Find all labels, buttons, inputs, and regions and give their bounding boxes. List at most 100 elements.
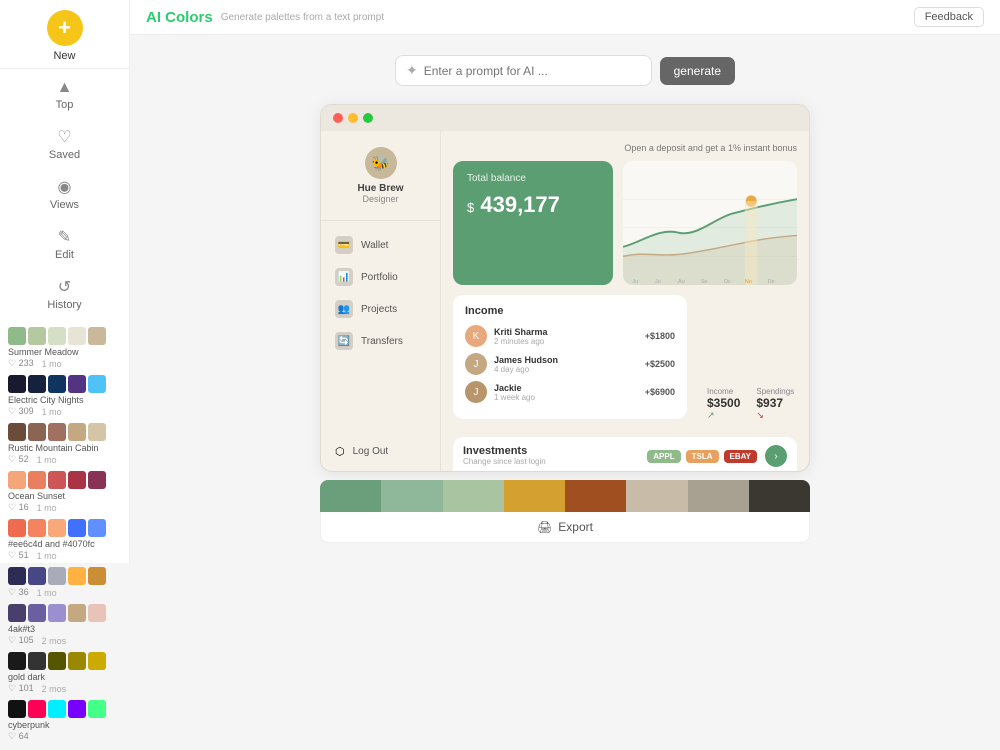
top-label: Top [56,99,74,111]
edit-label: Edit [55,249,74,261]
sidebar-item-saved[interactable]: ♡ Saved [47,117,81,167]
color-swatch [88,604,106,622]
list-item[interactable]: #ee6c4d and #4070fc ♡ 51 1 mo [0,515,129,563]
color-swatch [8,567,26,585]
color-swatch [28,652,46,670]
content-area: ✦ generate 🐝 Hue Brew Designer [130,35,1000,563]
export-color-swatch [443,480,504,512]
prompt-bar: ✦ generate [395,55,735,86]
color-swatch [88,567,106,585]
view-all-button[interactable]: › [765,445,787,467]
palette-likes: ♡ 64 [8,731,29,742]
list-item[interactable]: Rustic Mountain Cabin ♡ 52 1 mo [0,419,129,467]
color-swatch [88,652,106,670]
edit-icon: ✎ [58,227,71,247]
sidebar-item-views[interactable]: ◉ Views [47,167,81,217]
income-item: K Kriti Sharma 2 minutes ago +$1800 [465,325,675,347]
mockup-nav-transfers[interactable]: 🔄 Transfers [321,325,440,357]
palette-likes: ♡ 233 [8,358,34,369]
close-dot [333,113,343,123]
mockup-nav-wallet[interactable]: 💳 Wallet [321,229,440,261]
income-stat-label: Income [707,387,740,396]
palette-likes: ♡ 101 [8,683,34,694]
palette-meta: ♡ 52 1 mo [8,454,121,465]
profile-name: Hue Brew [357,183,403,194]
palette-meta: ♡ 16 1 mo [8,502,121,513]
color-swatch [8,604,26,622]
logout-button[interactable]: ⬡ Log Out [321,438,440,465]
svg-text:Se: Se [701,279,708,285]
list-item[interactable]: 4ak#t3 ♡ 105 2 mos [0,600,129,648]
color-swatch [68,375,86,393]
income-name: James Hudson [494,355,558,365]
color-swatch [68,471,86,489]
palette-meta: ♡ 105 2 mos [8,635,121,646]
color-swatch [48,423,66,441]
stock-chips: APPLTSLAEBAY [647,450,757,463]
stock-chip-tsla: TSLA [686,450,719,463]
palette-swatches [8,327,121,345]
list-item[interactable]: Summer Meadow ♡ 233 1 mo [0,323,129,371]
nav-label: Projects [361,304,397,315]
dashboard-top: Total balance $ 439,177 [453,161,797,285]
palette-likes: ♡ 51 [8,550,29,561]
color-swatch [48,471,66,489]
color-swatch [88,471,106,489]
svg-text:Au: Au [678,279,685,285]
mockup-titlebar [321,105,809,131]
palette-swatches [8,423,121,441]
palette-time: 1 mo [42,359,62,369]
mockup-nav-projects[interactable]: 👥 Projects [321,293,440,325]
sidebar-item-edit[interactable]: ✎ Edit [47,217,81,267]
color-swatch [88,519,106,537]
color-swatch [28,700,46,718]
income-stat-value: $3500 [707,396,740,410]
palette-swatches [8,375,121,393]
palette-swatches [8,519,121,537]
palette-swatches [8,604,121,622]
color-swatch [28,567,46,585]
app-subtitle: Generate palettes from a text prompt [221,12,384,23]
balance-label: Total balance [467,173,599,184]
list-item[interactable]: Ocean Sunset ♡ 16 1 mo [0,467,129,515]
color-swatch [8,327,26,345]
palette-name: #ee6c4d and #4070fc [8,539,121,549]
nav-icon: 💳 [335,236,353,254]
palette-time: 1 mo [37,551,57,561]
spendings-stat: Spendings $937 ↘ [756,387,794,421]
investments-section: Investments Change since last login APPL… [453,437,797,472]
color-swatch [28,471,46,489]
list-item[interactable]: Electric City Nights ♡ 309 1 mo [0,371,129,419]
income-items: K Kriti Sharma 2 minutes ago +$1800 J Ja… [465,325,675,403]
svg-text:De: De [768,279,775,285]
color-swatch [88,327,106,345]
export-swatches [320,480,810,512]
list-item[interactable]: gold dark ♡ 101 2 mos [0,648,129,696]
income-avatar: J [465,353,487,375]
sidebar-item-history[interactable]: ↺ History [47,267,81,317]
palette-meta: ♡ 36 1 mo [8,587,121,598]
generate-button[interactable]: generate [660,57,735,85]
mockup-nav-portfolio[interactable]: 📊 Portfolio [321,261,440,293]
sidebar-nav: ▲ Top♡ Saved◉ Views✎ Edit↺ History Summe… [0,69,129,750]
list-item[interactable]: cyberpunk ♡ 64 [0,696,129,744]
feedback-button[interactable]: Feedback [914,7,984,27]
list-item[interactable]: ♡ 36 1 mo [0,563,129,600]
income-avatar: J [465,381,487,403]
palette-swatches [8,471,121,489]
palette-time: 1 mo [42,407,62,417]
income-trend: ↗ [707,410,740,421]
prompt-input-wrap: ✦ [395,55,652,86]
stock-chip-ebay: EBAY [724,450,758,463]
color-swatch [68,519,86,537]
color-swatch [48,519,66,537]
export-bar[interactable]: 🖨 Export [320,512,810,543]
spendings-trend: ↘ [756,410,794,421]
sidebar-item-top[interactable]: ▲ Top [47,69,81,117]
balance-card: Total balance $ 439,177 [453,161,613,285]
income-amount: +$1800 [645,331,675,341]
prompt-input[interactable] [424,64,641,78]
new-button[interactable]: + New [0,0,129,69]
color-swatch [68,700,86,718]
color-swatch [48,604,66,622]
